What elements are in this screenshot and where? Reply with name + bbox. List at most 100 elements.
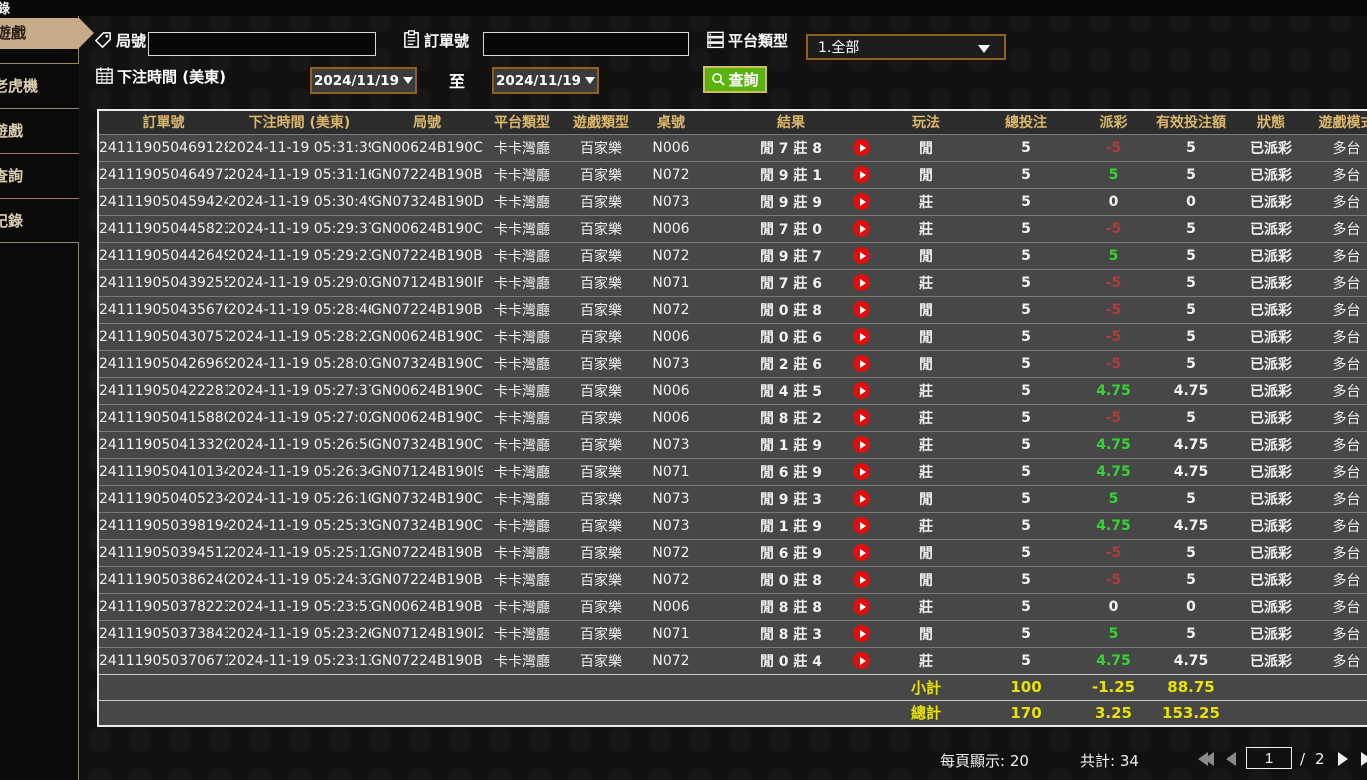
sidebar-item-slots[interactable]: 老虎機 bbox=[0, 63, 79, 108]
replay-icon[interactable] bbox=[853, 139, 870, 156]
table-row: 241119050370671 2024-11-19 05:23:13 GN07… bbox=[98, 647, 1367, 674]
cell-total-bet: 5 bbox=[971, 296, 1081, 323]
cell-bet-time: 2024-11-19 05:23:51 bbox=[228, 593, 371, 620]
replay-icon[interactable] bbox=[853, 247, 870, 264]
cell-total-bet: 5 bbox=[971, 593, 1081, 620]
result-text: 閒 0 莊 6 bbox=[760, 330, 822, 346]
date-to-picker[interactable]: 2024/11/19 bbox=[492, 67, 599, 94]
cell-play-type: 莊 bbox=[881, 188, 971, 215]
replay-icon[interactable] bbox=[853, 490, 870, 507]
cell-bet-time: 2024-11-19 05:23:26 bbox=[228, 620, 371, 647]
replay-icon[interactable] bbox=[853, 301, 870, 318]
cell-total-bet: 5 bbox=[971, 566, 1081, 593]
cell-platform-type: 卡卡灣廳 bbox=[483, 215, 561, 242]
replay-icon[interactable] bbox=[853, 544, 870, 561]
cell-total-bet: 5 bbox=[971, 377, 1081, 404]
platform-type-select[interactable]: 1.全部 bbox=[806, 34, 1006, 60]
cell-total-bet: 5 bbox=[971, 431, 1081, 458]
total-valid: 153.25 bbox=[1146, 700, 1236, 726]
sidebar-item-records[interactable]: 記錄 bbox=[0, 198, 79, 243]
cell-table-number: N006 bbox=[641, 404, 701, 431]
cell-table-number: N006 bbox=[641, 323, 701, 350]
sidebar-item-query[interactable]: 查詢 bbox=[0, 153, 79, 198]
cell-game-type: 百家樂 bbox=[561, 161, 641, 188]
table-row: 241119050394512 2024-11-19 05:25:12 GN07… bbox=[98, 539, 1367, 566]
cell-result: 閒 9 莊 7 bbox=[701, 242, 881, 269]
tag-icon bbox=[94, 31, 113, 50]
cell-total-bet: 5 bbox=[971, 242, 1081, 269]
table-header: 訂單號下注時間 (美東)局號平台類型遊戲類型桌號結果玩法總投注派彩有效投注額狀態… bbox=[98, 110, 1367, 134]
sidebar-tab-active[interactable]: 遊戲 bbox=[0, 18, 79, 49]
cell-play-type: 閒 bbox=[881, 323, 971, 350]
query-button-label: 查詢 bbox=[728, 69, 758, 90]
replay-icon[interactable] bbox=[853, 220, 870, 237]
cell-total-bet: 5 bbox=[971, 134, 1081, 161]
table-row: 241119050386240 2024-11-19 05:24:32 GN07… bbox=[98, 566, 1367, 593]
query-button[interactable]: 查詢 bbox=[703, 66, 767, 93]
result-text: 閒 9 莊 3 bbox=[760, 492, 822, 508]
cell-bet-time: 2024-11-19 05:28:46 bbox=[228, 296, 371, 323]
cell-game-type: 百家樂 bbox=[561, 269, 641, 296]
replay-icon[interactable] bbox=[853, 328, 870, 345]
replay-icon[interactable] bbox=[853, 571, 870, 588]
cell-game-mode: 多台 bbox=[1306, 458, 1367, 485]
next-page-button[interactable] bbox=[1338, 752, 1348, 766]
table-row: 241119050459424 2024-11-19 05:30:49 GN07… bbox=[98, 188, 1367, 215]
order-number-input[interactable] bbox=[483, 32, 689, 56]
sidebar-item-games[interactable]: 遊戲 bbox=[0, 108, 79, 153]
cell-game-mode: 多台 bbox=[1306, 134, 1367, 161]
pagination-bar: 每頁顯示: 20 共計: 34 / 2 bbox=[0, 744, 1367, 776]
round-number-input[interactable] bbox=[148, 32, 376, 56]
page-number-input[interactable] bbox=[1246, 747, 1292, 769]
replay-icon[interactable] bbox=[853, 355, 870, 372]
cell-payout: -5 bbox=[1081, 539, 1146, 566]
cell-round-number: GN07324B190CY bbox=[371, 350, 483, 377]
cell-status: 已派彩 bbox=[1236, 539, 1306, 566]
replay-icon[interactable] bbox=[853, 193, 870, 210]
cell-order-number: 241119050373843 bbox=[98, 620, 228, 647]
cell-game-type: 百家樂 bbox=[561, 566, 641, 593]
replay-icon[interactable] bbox=[853, 436, 870, 453]
first-page-button[interactable] bbox=[1198, 752, 1214, 766]
cell-bet-time: 2024-11-19 05:29:37 bbox=[228, 215, 371, 242]
breadcrumb: 錄 bbox=[0, 0, 10, 16]
cell-round-number: GN07324B190D2 bbox=[371, 188, 483, 215]
cell-table-number: N073 bbox=[641, 350, 701, 377]
cell-result: 閒 0 莊 4 bbox=[701, 647, 881, 674]
table-row: 241119050442649 2024-11-19 05:29:23 GN07… bbox=[98, 242, 1367, 269]
cell-round-number: GN07224B190BA bbox=[371, 242, 483, 269]
column-header: 桌號 bbox=[641, 110, 701, 134]
cell-valid-bet: 0 bbox=[1146, 188, 1236, 215]
cell-result: 閒 9 莊 1 bbox=[701, 161, 881, 188]
replay-icon[interactable] bbox=[853, 652, 870, 669]
replay-icon[interactable] bbox=[853, 463, 870, 480]
cell-table-number: N006 bbox=[641, 593, 701, 620]
cell-round-number: GN07224B190B9 bbox=[371, 296, 483, 323]
cell-round-number: GN07124B190I2 bbox=[371, 620, 483, 647]
cell-play-type: 莊 bbox=[881, 512, 971, 539]
table-row: 241119050422281 2024-11-19 05:27:37 GN00… bbox=[98, 377, 1367, 404]
cell-result: 閒 8 莊 3 bbox=[701, 620, 881, 647]
previous-page-button[interactable] bbox=[1226, 752, 1236, 766]
cell-game-mode: 多台 bbox=[1306, 593, 1367, 620]
cell-play-type: 閒 bbox=[881, 296, 971, 323]
replay-icon[interactable] bbox=[853, 517, 870, 534]
result-text: 閒 1 莊 9 bbox=[760, 438, 822, 454]
cell-payout: -5 bbox=[1081, 269, 1146, 296]
replay-icon[interactable] bbox=[853, 625, 870, 642]
cell-bet-time: 2024-11-19 05:27:37 bbox=[228, 377, 371, 404]
replay-icon[interactable] bbox=[853, 166, 870, 183]
cell-order-number: 241119050469128 bbox=[98, 134, 228, 161]
column-header: 玩法 bbox=[881, 110, 971, 134]
replay-icon[interactable] bbox=[853, 598, 870, 615]
replay-icon[interactable] bbox=[853, 409, 870, 426]
cell-order-number: 241119050445823 bbox=[98, 215, 228, 242]
cell-bet-time: 2024-11-19 05:28:22 bbox=[228, 323, 371, 350]
subtotal-label: 小計 bbox=[881, 674, 971, 700]
replay-icon[interactable] bbox=[853, 274, 870, 291]
date-from-picker[interactable]: 2024/11/19 bbox=[310, 67, 417, 94]
last-page-button[interactable] bbox=[1361, 752, 1367, 766]
cell-game-type: 百家樂 bbox=[561, 593, 641, 620]
bet-time-label: 下注時間 (美東) bbox=[117, 66, 226, 87]
replay-icon[interactable] bbox=[853, 382, 870, 399]
